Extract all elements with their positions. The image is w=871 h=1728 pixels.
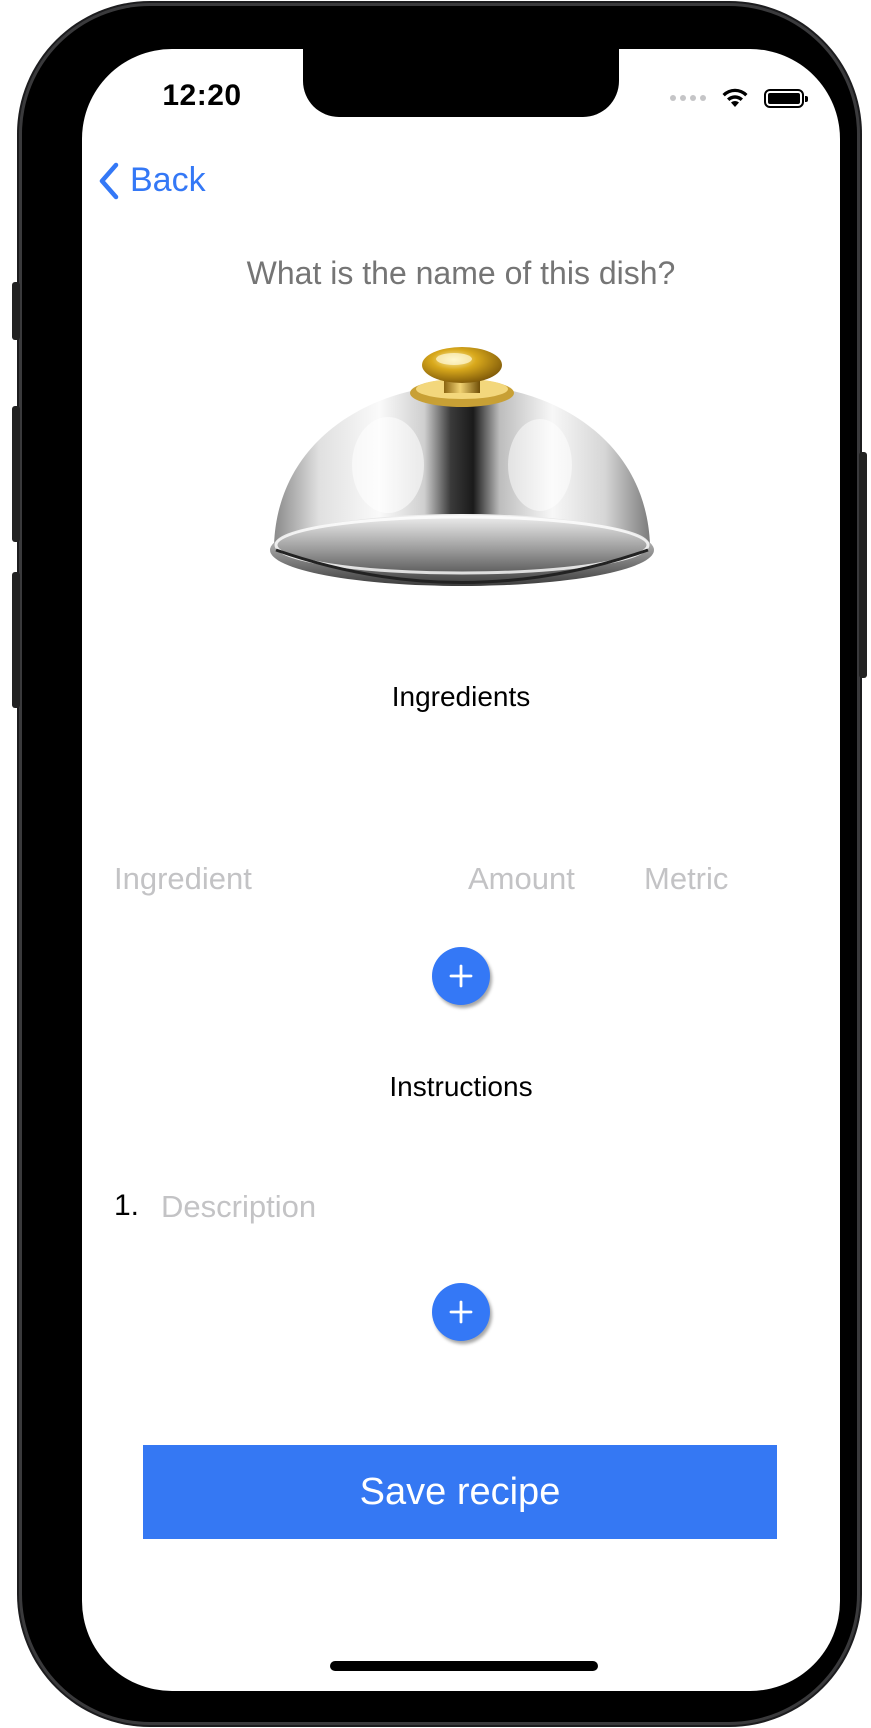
save-recipe-button[interactable]: Save recipe bbox=[143, 1445, 777, 1539]
mute-switch bbox=[12, 282, 20, 340]
volume-down-button bbox=[12, 572, 20, 708]
step-description-input[interactable]: Description bbox=[161, 1189, 316, 1225]
volume-up-button bbox=[12, 406, 20, 542]
status-time: 12:20 bbox=[162, 79, 242, 112]
chevron-left-icon bbox=[99, 162, 119, 199]
back-label: Back bbox=[130, 161, 206, 199]
back-button[interactable]: Back bbox=[98, 161, 206, 200]
dish-image[interactable] bbox=[268, 345, 656, 645]
plus-icon bbox=[449, 964, 473, 988]
ingredients-title: Ingredients bbox=[391, 681, 531, 712]
add-instruction-button[interactable] bbox=[432, 1283, 490, 1341]
plus-icon bbox=[449, 1300, 473, 1324]
amount-input[interactable]: Amount bbox=[468, 861, 575, 897]
dish-name-input[interactable] bbox=[122, 255, 800, 292]
battery-icon bbox=[764, 88, 808, 108]
save-recipe-label: Save recipe bbox=[359, 1470, 561, 1513]
power-button bbox=[859, 452, 867, 678]
status-indicators bbox=[670, 85, 808, 111]
home-indicator[interactable] bbox=[330, 1661, 598, 1671]
metric-input[interactable]: Metric bbox=[644, 861, 728, 897]
cellular-signal-icon bbox=[670, 95, 706, 101]
step-number: 1. bbox=[114, 1189, 140, 1222]
instructions-title: Instructions bbox=[389, 1071, 533, 1102]
wifi-icon bbox=[722, 88, 748, 107]
add-ingredient-button[interactable] bbox=[432, 947, 490, 1005]
ingredient-input[interactable]: Ingredient bbox=[114, 861, 252, 897]
serving-cloche-image bbox=[270, 347, 654, 586]
notch bbox=[303, 49, 619, 117]
app-screen: 12:20 Back What is the name of this dish… bbox=[82, 49, 840, 1691]
phone-frame: 12:20 Back What is the name of this dish… bbox=[12, 6, 867, 1722]
